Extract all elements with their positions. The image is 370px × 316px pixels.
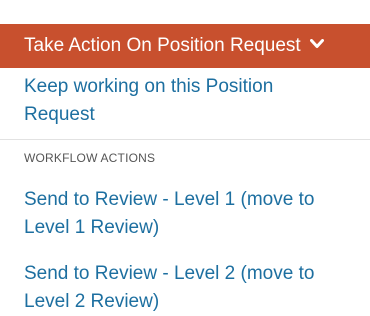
- send-to-review-level-2-link[interactable]: Send to Review - Level 2 (move to Level …: [24, 260, 344, 316]
- keep-working-link[interactable]: Keep working on this Position Request: [24, 73, 344, 129]
- chevron-down-icon: [310, 22, 324, 66]
- send-to-review-level-1-link[interactable]: Send to Review - Level 1 (move to Level …: [24, 186, 344, 242]
- take-action-title: Take Action On Position Request: [24, 35, 301, 56]
- menu-divider: [0, 139, 370, 140]
- take-action-dropdown: Take Action On Position Request Keep wor…: [0, 0, 370, 316]
- workflow-actions-heading: WORKFLOW ACTIONS: [24, 151, 156, 165]
- take-action-toggle[interactable]: Take Action On Position Request: [0, 24, 370, 68]
